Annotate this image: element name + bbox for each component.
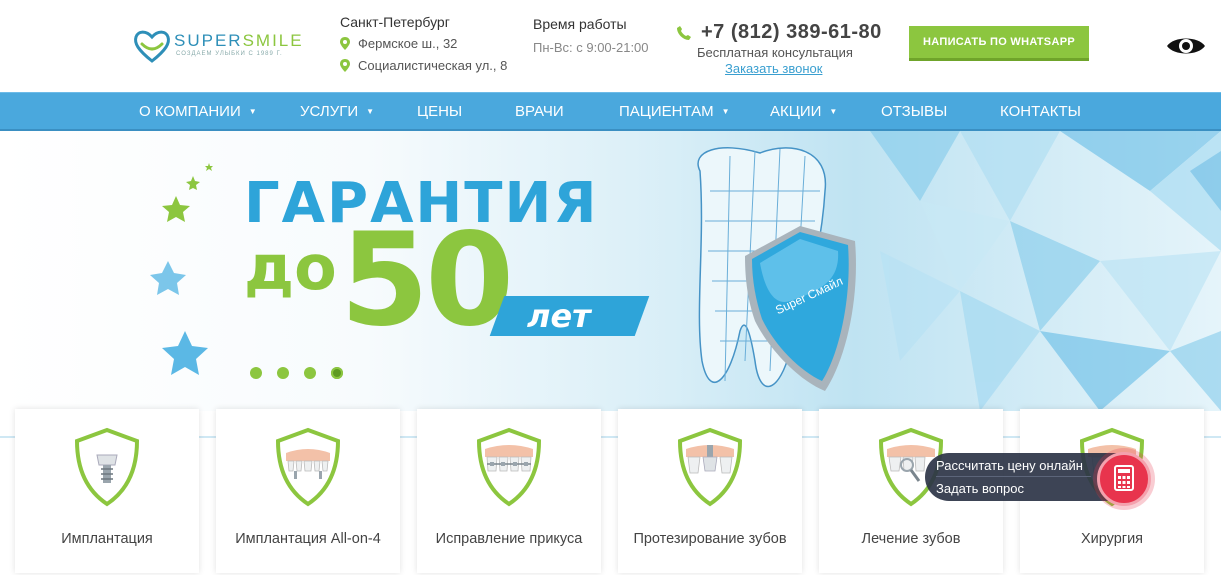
hero-background: Super Смайл [150, 131, 1221, 411]
nav-item-about[interactable]: О КОМПАНИИ ▼ [139, 93, 257, 130]
hero-title-up-to: до [244, 231, 337, 304]
phone-link[interactable]: +7 (812) 389-61-80 [677, 21, 882, 44]
address-2: Социалистическая ул., 8 [340, 58, 507, 73]
implant-icon [74, 427, 140, 507]
all-on-4-icon [275, 427, 341, 507]
nav-item-contacts[interactable]: КОНТАКТЫ [1000, 93, 1081, 130]
map-pin-icon [340, 59, 350, 72]
calculator-icon [1114, 465, 1134, 491]
whatsapp-button[interactable]: НАПИСАТЬ ПО WHATSAPP [909, 26, 1089, 61]
slider-dot-3[interactable] [304, 367, 316, 379]
nav-item-prices[interactable]: ЦЕНЫ [417, 93, 462, 130]
service-card-bite-correction[interactable]: Исправление прикуса [417, 409, 601, 573]
eye-icon[interactable] [1166, 34, 1206, 58]
address-1: Фермское ш., 32 [340, 36, 457, 51]
hero-slider[interactable]: Super Смайл ГАРАНТИЯ до 50 лет [0, 131, 1221, 411]
caret-down-icon: ▼ [248, 106, 257, 116]
calculate-price-link[interactable]: Рассчитать цену онлайн [936, 458, 1083, 473]
main-nav: О КОМПАНИИ ▼ УСЛУГИ ▼ ЦЕНЫ ВРАЧИ ПАЦИЕНТАМ… [0, 92, 1221, 131]
nav-item-reviews[interactable]: ОТЗЫВЫ [881, 93, 947, 130]
logo-tagline: создаем улыбки с 1989 г. [176, 51, 283, 57]
phone-icon [677, 25, 691, 40]
nav-item-doctors[interactable]: ВРАЧИ [515, 93, 564, 130]
widget-divider [936, 476, 1091, 477]
service-card-implantation[interactable]: Имплантация [15, 409, 199, 573]
nav-item-promotions[interactable]: АКЦИИ ▼ [770, 93, 837, 130]
star-icon [150, 261, 186, 295]
order-callback-link[interactable]: Заказать звонок [725, 61, 822, 76]
star-icon [162, 196, 190, 222]
service-label: Хирургия [1080, 531, 1144, 547]
logo-heart-icon [134, 30, 170, 63]
site-header: SUPERSMILE создаем улыбки с 1989 г. Санк… [0, 0, 1221, 92]
free-consultation-label: Бесплатная консультация [697, 45, 853, 60]
braces-icon [476, 427, 542, 507]
service-card-all-on-4[interactable]: Имплантация All-on-4 [216, 409, 400, 573]
service-card-prosthetics[interactable]: Протезирование зубов [618, 409, 802, 573]
caret-down-icon: ▼ [366, 106, 375, 116]
map-pin-icon [340, 37, 350, 50]
prosthetics-icon [677, 427, 743, 507]
calculator-button[interactable] [1097, 452, 1151, 506]
hours-title: Время работы [533, 16, 627, 32]
service-label: Исправление прикуса [435, 531, 583, 547]
ask-question-link[interactable]: Задать вопрос [936, 481, 1024, 496]
slider-dot-2[interactable] [277, 367, 289, 379]
logo-wordmark: SUPERSMILE [174, 31, 304, 50]
service-label: Имплантация All-on-4 [235, 531, 381, 547]
service-label: Лечение зубов [861, 531, 961, 547]
nav-item-patients[interactable]: ПАЦИЕНТАМ ▼ [619, 93, 730, 130]
star-icon [162, 331, 208, 375]
service-label: Протезирование зубов [633, 531, 787, 547]
caret-down-icon: ▼ [829, 106, 838, 116]
service-label: Имплантация [61, 531, 153, 547]
slider-dots [250, 367, 343, 379]
slider-dot-4[interactable] [331, 367, 343, 379]
nav-item-services[interactable]: УСЛУГИ ▼ [300, 93, 374, 130]
hero-title-number: 50 [340, 206, 514, 355]
hero-title-years: лет [527, 297, 591, 335]
star-icon [186, 176, 200, 190]
star-icon [205, 163, 213, 171]
hours-value: Пн-Вс: с 9:00-21:00 [533, 40, 649, 55]
caret-down-icon: ▼ [721, 106, 730, 116]
city-label: Санкт-Петербург [340, 14, 450, 30]
slider-dot-1[interactable] [250, 367, 262, 379]
logo[interactable]: SUPERSMILE создаем улыбки с 1989 г. [132, 28, 302, 64]
